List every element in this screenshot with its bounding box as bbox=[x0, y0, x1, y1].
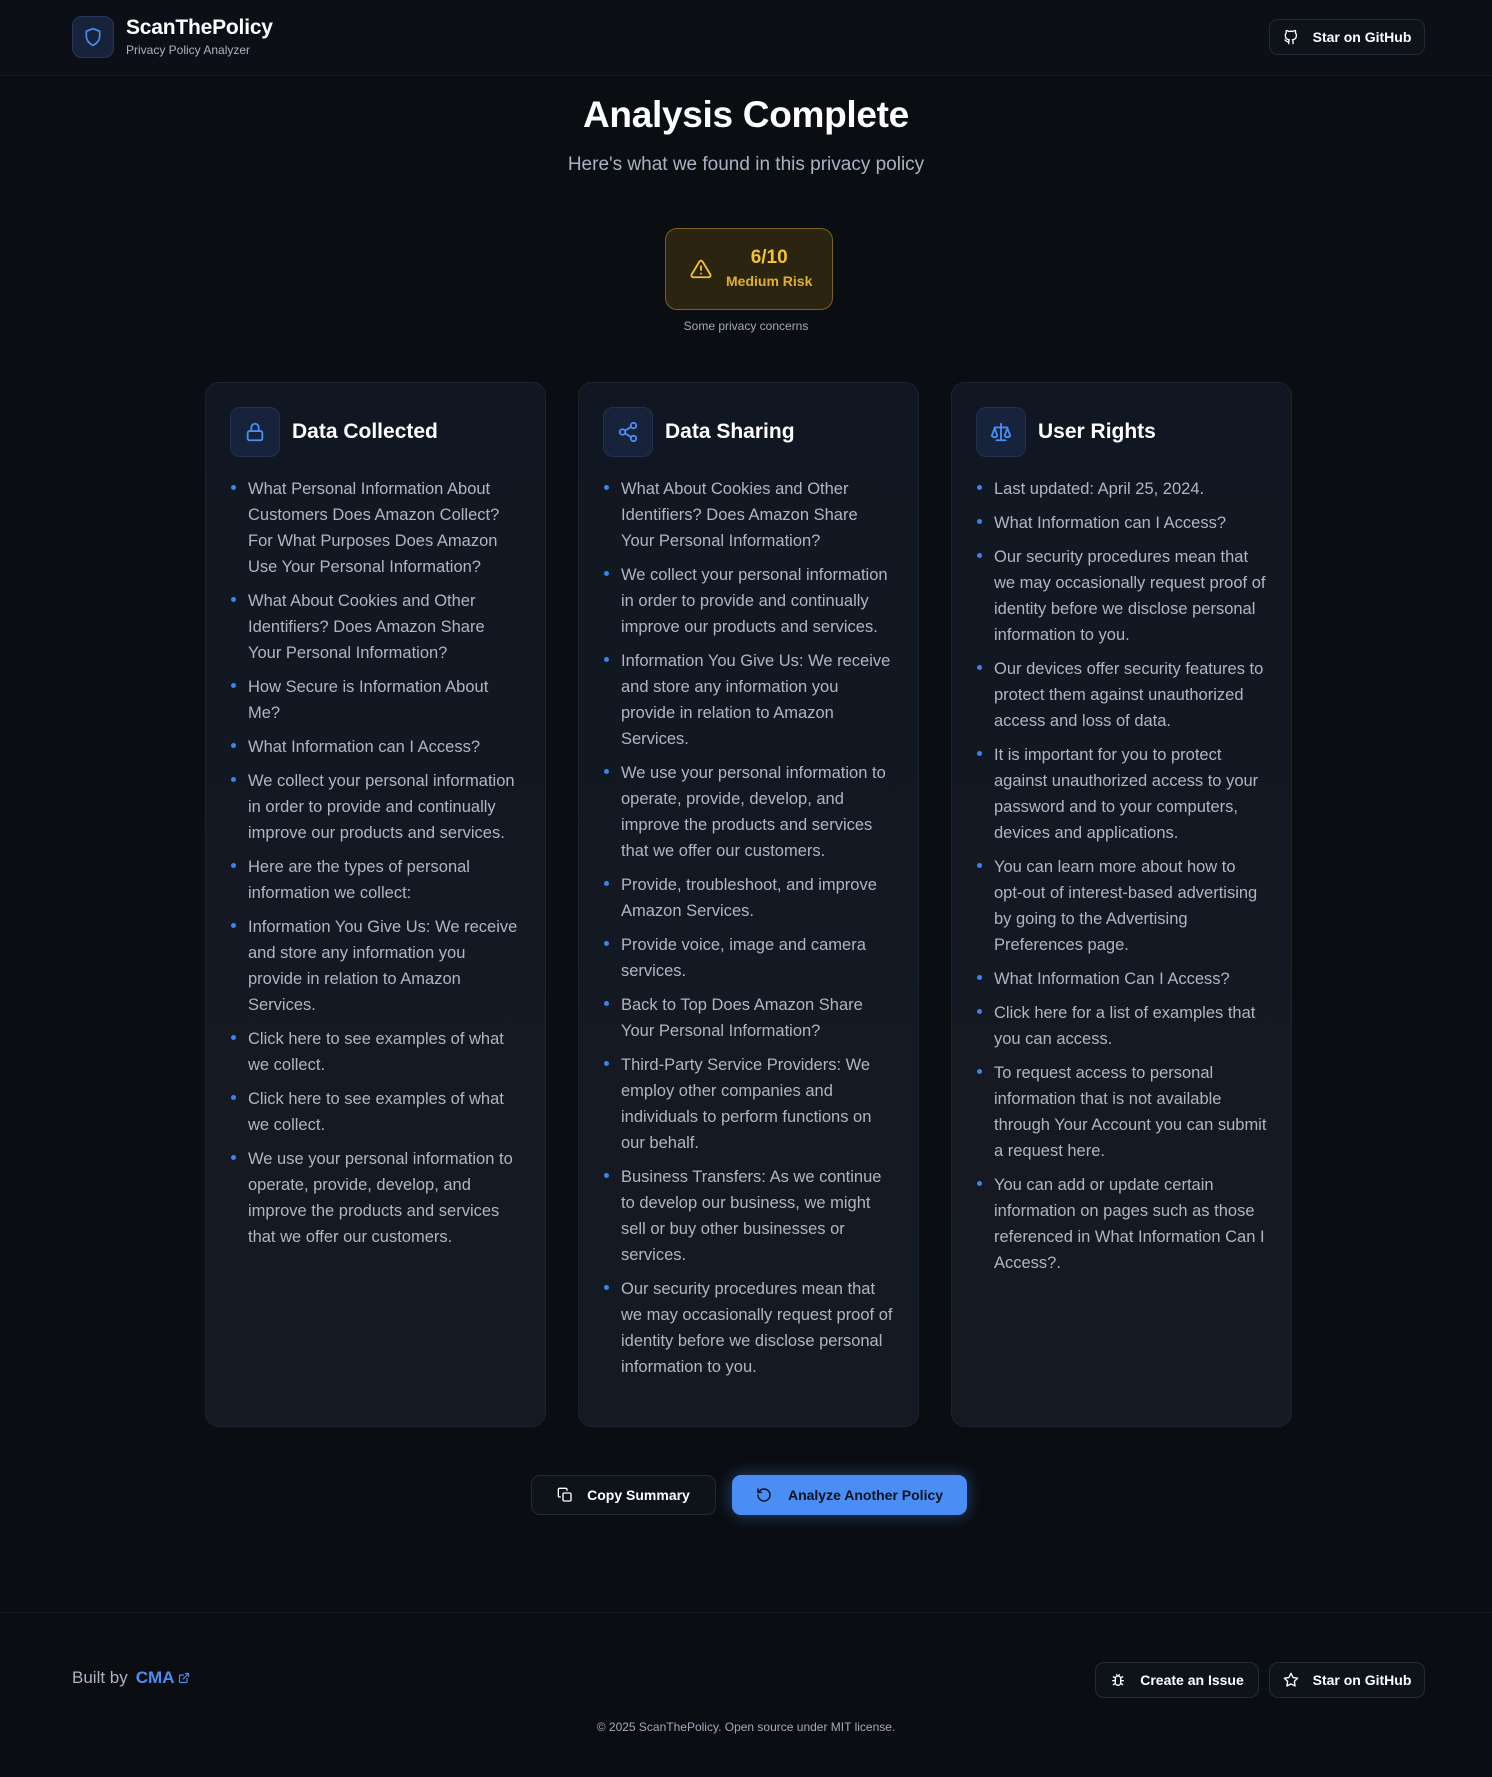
star-on-github-button[interactable]: Star on GitHub bbox=[1269, 19, 1425, 55]
author-link[interactable]: CMA bbox=[136, 1668, 191, 1688]
warning-icon bbox=[690, 259, 712, 279]
risk-score: 6/10 bbox=[750, 247, 788, 268]
footer: Built by CMA Create an Issue Star on Git… bbox=[0, 1612, 1492, 1777]
list-item: Click here for a list of examples that y… bbox=[976, 1000, 1267, 1052]
risk-level: Medium Risk bbox=[726, 273, 813, 289]
author-name: CMA bbox=[135, 1668, 175, 1687]
external-link-icon bbox=[179, 1672, 190, 1684]
page-subtitle: Here's what we found in this privacy pol… bbox=[567, 154, 925, 175]
list-item: We collect your personal information in … bbox=[603, 562, 894, 640]
user-rights-card: User Rights Last updated: April 25, 2024… bbox=[951, 382, 1292, 1427]
footer-star-on-github-button[interactable]: Star on GitHub bbox=[1269, 1662, 1425, 1698]
list-item: Information You Give Us: We receive and … bbox=[603, 648, 894, 752]
github-button-label: Star on GitHub bbox=[1312, 29, 1412, 45]
shield-icon bbox=[72, 16, 114, 58]
brand[interactable]: ScanThePolicy Privacy Policy Analyzer bbox=[72, 16, 273, 58]
built-by: Built by CMA bbox=[72, 1668, 190, 1688]
share-icon bbox=[603, 407, 653, 457]
create-issue-label: Create an Issue bbox=[1140, 1672, 1244, 1688]
list-item: What About Cookies and Other Identifiers… bbox=[603, 476, 894, 554]
data-sharing-list: What About Cookies and Other Identifiers… bbox=[603, 476, 894, 1380]
list-item: Our security procedures mean that we may… bbox=[603, 1276, 894, 1380]
card-title: Data Collected bbox=[292, 420, 438, 443]
list-item: We collect your personal information in … bbox=[230, 768, 521, 846]
risk-note: Some privacy concerns bbox=[683, 319, 809, 333]
list-item: You can learn more about how to opt-out … bbox=[976, 854, 1267, 958]
user-rights-list: Last updated: April 25, 2024. What Infor… bbox=[976, 476, 1267, 1276]
list-item: We use your personal information to oper… bbox=[230, 1146, 521, 1250]
analyze-another-policy-button[interactable]: Analyze Another Policy bbox=[732, 1475, 967, 1515]
copyright: © 2025 ScanThePolicy. Open source under … bbox=[596, 1720, 896, 1734]
card-title: Data Sharing bbox=[665, 420, 795, 443]
data-collected-list: What Personal Information About Customer… bbox=[230, 476, 521, 1250]
brand-subtitle: Privacy Policy Analyzer bbox=[126, 43, 251, 57]
card-title: User Rights bbox=[1038, 420, 1156, 443]
built-by-label: Built by bbox=[72, 1668, 128, 1687]
copy-summary-button[interactable]: Copy Summary bbox=[531, 1475, 716, 1515]
list-item: Click here to see examples of what we co… bbox=[230, 1086, 521, 1138]
list-item: We use your personal information to oper… bbox=[603, 760, 894, 864]
top-header: ScanThePolicy Privacy Policy Analyzer St… bbox=[0, 0, 1492, 76]
footer-github-label: Star on GitHub bbox=[1312, 1672, 1412, 1688]
list-item: What Information Can I Access? bbox=[976, 966, 1267, 992]
copy-summary-label: Copy Summary bbox=[587, 1487, 690, 1503]
list-item: How Secure is Information About Me? bbox=[230, 674, 521, 726]
copy-icon bbox=[557, 1487, 572, 1502]
list-item: Here are the types of personal informati… bbox=[230, 854, 521, 906]
list-item: What Information can I Access? bbox=[976, 510, 1267, 536]
analyze-another-label: Analyze Another Policy bbox=[787, 1487, 944, 1503]
list-item: What Personal Information About Customer… bbox=[230, 476, 521, 580]
list-item: Our devices offer security features to p… bbox=[976, 656, 1267, 734]
list-item: What About Cookies and Other Identifiers… bbox=[230, 588, 521, 666]
list-item: It is important for you to protect again… bbox=[976, 742, 1267, 846]
list-item: You can add or update certain informatio… bbox=[976, 1172, 1267, 1276]
list-item: Provide, troubleshoot, and improve Amazo… bbox=[603, 872, 894, 924]
list-item: Last updated: April 25, 2024. bbox=[976, 476, 1267, 502]
star-icon bbox=[1283, 1672, 1298, 1687]
brand-title: ScanThePolicy bbox=[126, 16, 273, 39]
list-item: Back to Top Does Amazon Share Your Perso… bbox=[603, 992, 894, 1044]
page-title: Analysis Complete bbox=[583, 94, 909, 135]
list-item: What Information can I Access? bbox=[230, 734, 521, 760]
list-item: Our security procedures mean that we may… bbox=[976, 544, 1267, 648]
list-item: Business Transfers: As we continue to de… bbox=[603, 1164, 894, 1268]
list-item: Third-Party Service Providers: We employ… bbox=[603, 1052, 894, 1156]
lock-icon bbox=[230, 407, 280, 457]
data-sharing-card: Data Sharing What About Cookies and Othe… bbox=[578, 382, 919, 1427]
refresh-icon bbox=[757, 1488, 771, 1502]
list-item: Click here to see examples of what we co… bbox=[230, 1026, 521, 1078]
list-item: To request access to personal informatio… bbox=[976, 1060, 1267, 1164]
risk-score-badge: 6/10 Medium Risk bbox=[665, 228, 833, 310]
scale-icon bbox=[976, 407, 1026, 457]
data-collected-card: Data Collected What Personal Information… bbox=[205, 382, 546, 1427]
list-item: Information You Give Us: We receive and … bbox=[230, 914, 521, 1018]
list-item: Provide voice, image and camera services… bbox=[603, 932, 894, 984]
github-icon bbox=[1283, 29, 1297, 45]
bug-icon bbox=[1112, 1674, 1125, 1686]
create-issue-button[interactable]: Create an Issue bbox=[1095, 1662, 1259, 1698]
